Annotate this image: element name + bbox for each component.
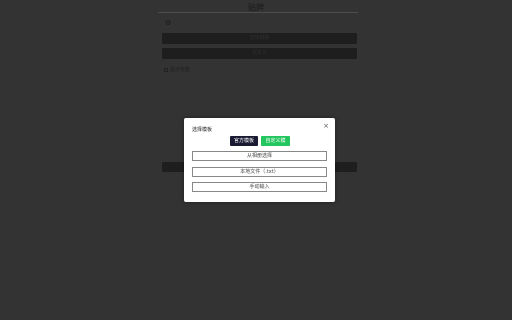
tab-custom-template[interactable]: 自定义模板 xyxy=(261,136,290,154)
from-album-button[interactable]: 从相册选择 xyxy=(192,151,327,161)
tab-official-template[interactable]: 官方模板 xyxy=(230,136,258,146)
template-tabs: 官方模板 自定义模板 xyxy=(230,136,290,154)
dialog-title: 选择模板 xyxy=(192,127,213,133)
close-icon[interactable]: × xyxy=(323,122,329,130)
template-dialog: 选择模板 × 官方模板 自定义模板 从相册选择 本地文件（.txt） 手动输入 xyxy=(184,118,335,202)
manual-input-button[interactable]: 手动输入 xyxy=(192,182,327,192)
local-file-button[interactable]: 本地文件（.txt） xyxy=(192,167,327,177)
